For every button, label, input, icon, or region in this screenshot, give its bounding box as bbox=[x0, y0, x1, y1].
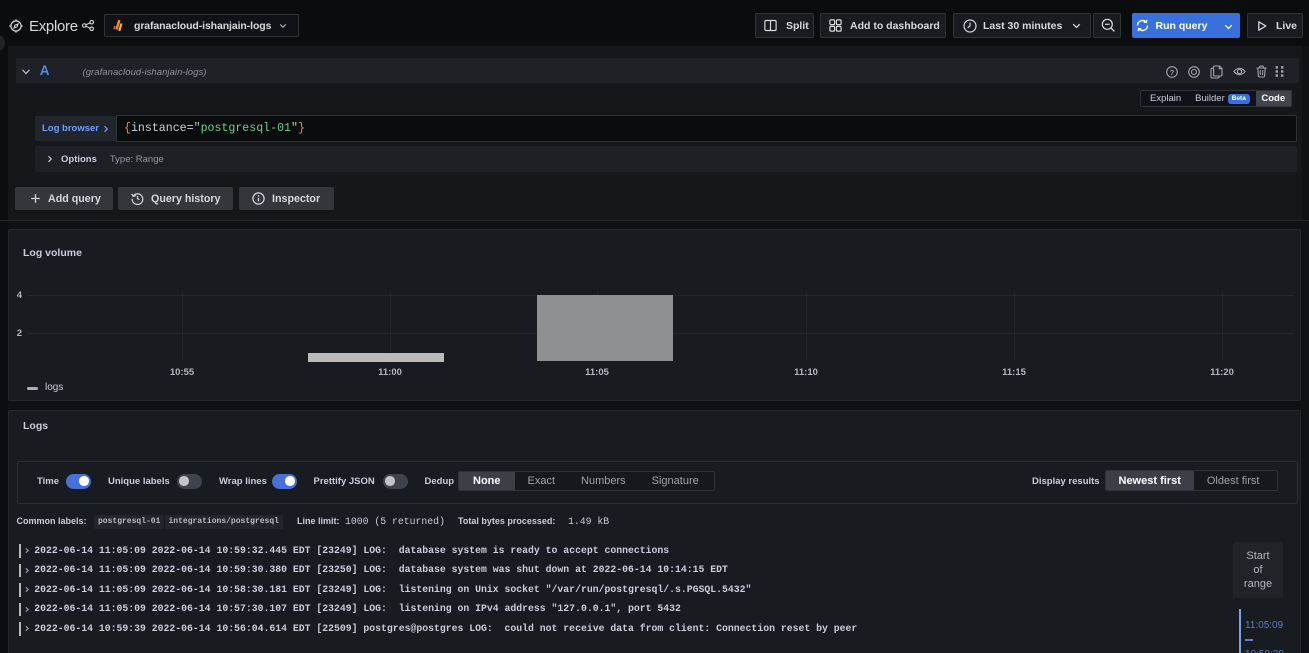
svg-text:?: ? bbox=[1170, 67, 1175, 76]
